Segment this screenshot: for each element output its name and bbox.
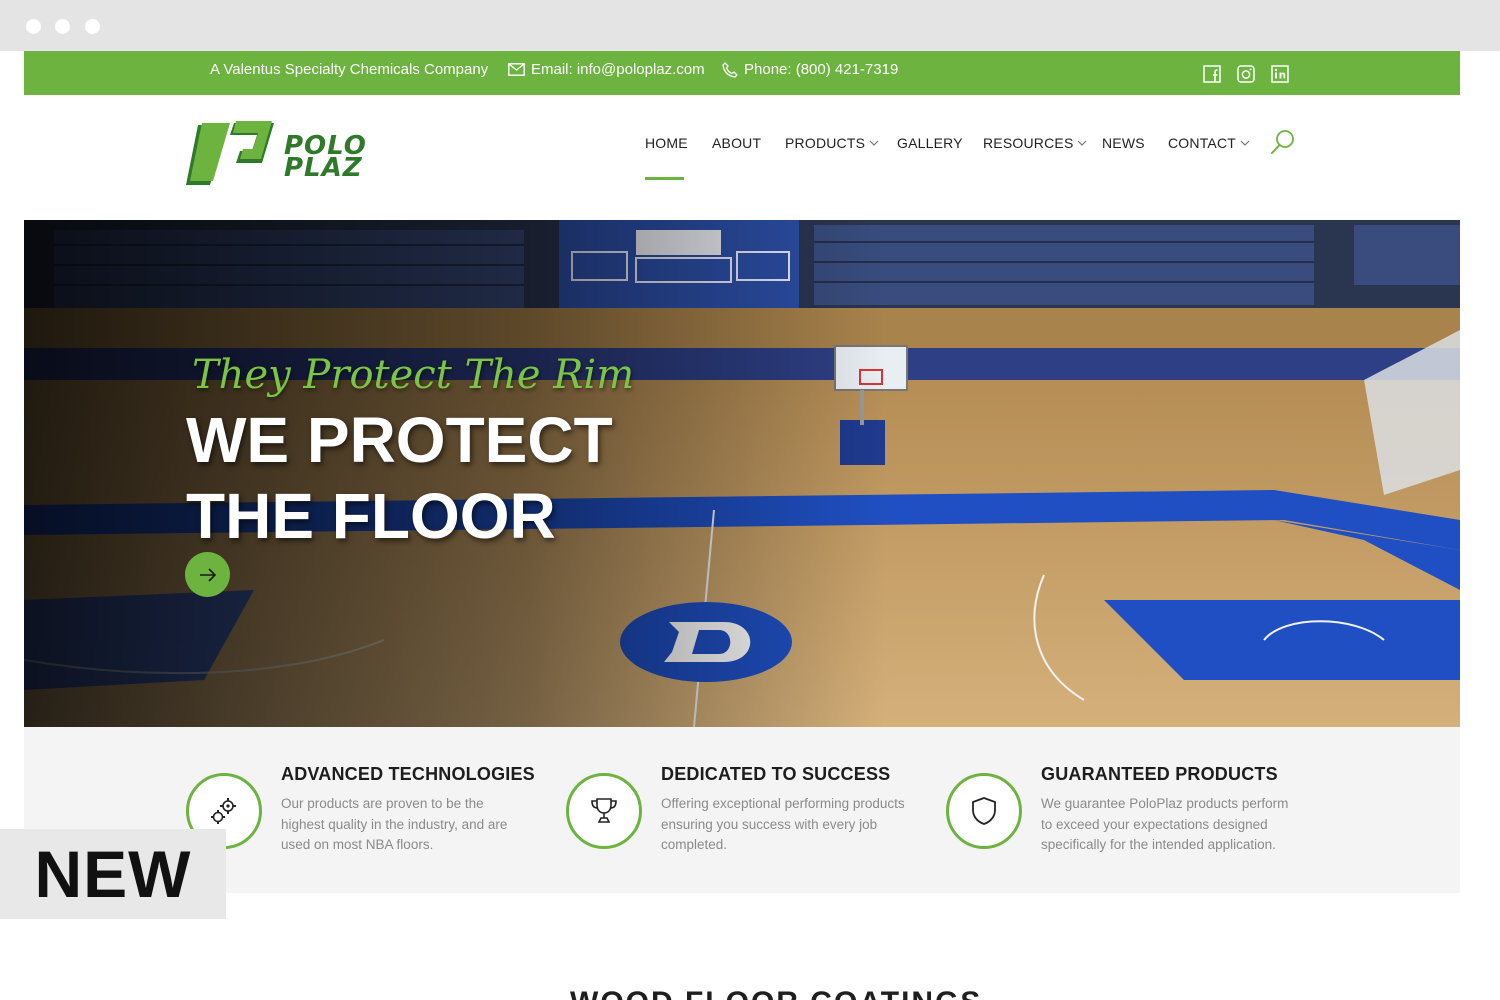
nav-contact[interactable]: CONTACT — [1168, 135, 1250, 151]
feature-description: Offering exceptional performing products… — [661, 796, 905, 852]
feature-icon-circle — [946, 773, 1022, 849]
feature-description: Our products are proven to be the highes… — [281, 796, 508, 852]
nav-about[interactable]: ABOUT — [712, 135, 761, 151]
gears-icon — [211, 798, 236, 824]
features-strip: ADVANCED TECHNOLOGIES Our products are p… — [24, 727, 1460, 893]
linkedin-icon[interactable] — [1271, 65, 1289, 83]
logo-mark-icon — [186, 121, 274, 185]
nav-active-indicator — [645, 177, 684, 180]
poloplaz-logo[interactable]: POLO PLAZ — [184, 121, 394, 191]
website: A Valentus Specialty Chemicals Company E… — [24, 51, 1460, 1000]
browser-title-bar — [0, 0, 1500, 51]
nav-resources[interactable]: RESOURCES — [983, 135, 1087, 151]
hero-banner: They Protect The Rim WE PROTECT THE FLOO… — [24, 220, 1460, 727]
email-link[interactable]: Email: info@poloplaz.com — [508, 61, 705, 78]
logo-wordmark: POLO PLAZ — [284, 131, 367, 183]
window-close-dot[interactable] — [26, 19, 41, 34]
feature-dedicated-to-success: DEDICATED TO SUCCESS Offering exceptiona… — [566, 727, 926, 893]
chevron-down-icon — [869, 140, 879, 146]
site-header: POLO PLAZ HOME ABOUT PRODUCTS GALLERY RE… — [24, 95, 1460, 220]
chevron-down-icon — [1078, 140, 1087, 146]
facebook-icon[interactable] — [1203, 65, 1221, 83]
shield-icon — [972, 797, 996, 825]
feature-description: We guarantee PoloPlaz products perform t… — [1041, 796, 1289, 852]
search-icon[interactable] — [1270, 129, 1296, 155]
feature-guaranteed-products: GUARANTEED PRODUCTS We guarantee PoloPla… — [946, 727, 1306, 893]
top-info-bar: A Valentus Specialty Chemicals Company E… — [24, 51, 1460, 95]
trophy-icon — [591, 798, 617, 823]
hero-next-button[interactable] — [185, 552, 230, 597]
hero-title: WE PROTECT THE FLOOR — [186, 404, 613, 552]
nav-home[interactable]: HOME — [645, 135, 688, 151]
feature-icon-circle — [566, 773, 642, 849]
instagram-icon[interactable] — [1237, 65, 1255, 83]
nav-news[interactable]: NEWS — [1102, 135, 1145, 151]
new-badge: NEW — [0, 829, 226, 919]
window-minimize-dot[interactable] — [55, 19, 70, 34]
nav-gallery[interactable]: GALLERY — [897, 135, 963, 151]
hero-script-heading: They Protect The Rim — [192, 352, 635, 398]
feature-title: DEDICATED TO SUCCESS — [661, 764, 891, 784]
section-heading: WOOD FLOOR COATINGS — [570, 986, 982, 1000]
phone-icon — [722, 61, 738, 78]
window-maximize-dot[interactable] — [85, 19, 100, 34]
company-tagline: A Valentus Specialty Chemicals Company — [210, 61, 489, 78]
phone-link[interactable]: Phone: (800) 421-7319 — [722, 61, 898, 78]
envelope-icon — [508, 63, 525, 76]
nav-products[interactable]: PRODUCTS — [785, 135, 879, 151]
feature-title: GUARANTEED PRODUCTS — [1041, 764, 1278, 784]
feature-title: ADVANCED TECHNOLOGIES — [281, 764, 535, 784]
chevron-down-icon — [1240, 140, 1250, 146]
arrow-right-icon — [199, 567, 216, 582]
feature-advanced-technologies: ADVANCED TECHNOLOGIES Our products are p… — [186, 727, 546, 893]
